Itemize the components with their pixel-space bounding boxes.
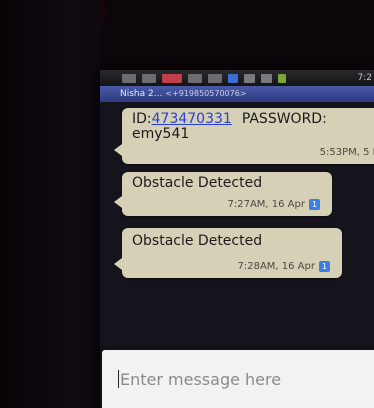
timestamp-text: 5:53PM, 5 Fe xyxy=(319,147,374,158)
compose-area: Enter message here xyxy=(100,346,374,408)
status-time: 7:2 xyxy=(357,73,372,83)
password-value: emy541 xyxy=(132,126,190,142)
message-input[interactable]: Enter message here xyxy=(102,350,374,408)
message-bubble[interactable]: Obstacle Detected 7:28AM, 16 Apr 1 xyxy=(114,228,342,278)
message-timestamp: 7:27AM, 16 Apr 1 xyxy=(227,199,320,210)
message-bubble[interactable]: Obstacle Detected 7:27AM, 16 Apr 1 xyxy=(114,172,332,216)
message-text: ID:473470331 PASSWORD: emy541 xyxy=(132,112,327,142)
sim-1-icon: 1 xyxy=(309,199,320,210)
phone-bezel xyxy=(0,0,100,408)
usb-icon xyxy=(122,73,136,83)
id-link[interactable]: 473470331 xyxy=(152,111,232,127)
password-label: PASSWORD: xyxy=(241,111,327,127)
signal-icon xyxy=(244,73,255,83)
notification-icon xyxy=(142,73,156,83)
app-notification-icon xyxy=(162,73,182,83)
phone-screen: 7:2 Nisha 2... <+919850570076> ID:4734703… xyxy=(100,70,374,408)
message-text: Obstacle Detected xyxy=(132,233,263,249)
contact-number: <+919850570076> xyxy=(165,89,247,98)
id-label: ID: xyxy=(132,111,152,127)
gallery-icon xyxy=(188,73,202,83)
conversation-header[interactable]: Nisha 2... <+919850570076> xyxy=(100,86,374,102)
battery-icon xyxy=(278,73,286,83)
contact-name: Nisha 2... xyxy=(120,89,163,99)
sim-icon xyxy=(228,73,238,83)
status-bar: 7:2 xyxy=(100,70,374,86)
message-input-placeholder: Enter message here xyxy=(120,370,282,389)
message-bubble[interactable]: ID:473470331 PASSWORD: emy541 5:53PM, 5 F… xyxy=(114,108,374,164)
network-icon xyxy=(208,73,222,83)
signal-2-icon xyxy=(261,73,272,83)
timestamp-text: 7:28AM, 16 Apr xyxy=(237,261,316,272)
message-timestamp: 7:28AM, 16 Apr 1 xyxy=(237,261,330,272)
timestamp-text: 7:27AM, 16 Apr xyxy=(227,199,306,210)
text-cursor xyxy=(118,370,119,388)
message-timestamp: 5:53PM, 5 Fe xyxy=(320,147,374,158)
message-text: Obstacle Detected xyxy=(132,175,263,191)
sim-1-icon: 1 xyxy=(319,261,330,272)
